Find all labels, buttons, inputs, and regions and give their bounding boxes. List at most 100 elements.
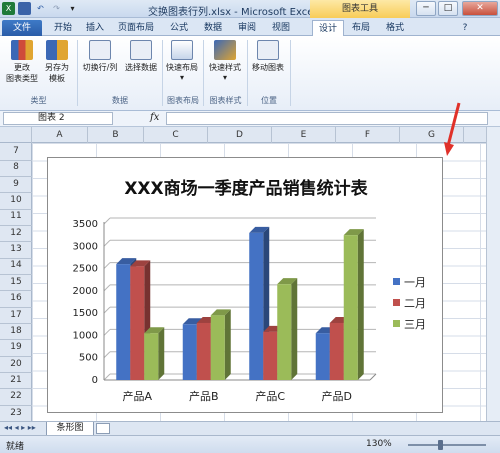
row-header[interactable]: 13 xyxy=(0,241,32,259)
zoom-slider[interactable] xyxy=(408,444,486,446)
help-icon[interactable]: ? xyxy=(458,20,472,36)
y-tick-label: 3000 xyxy=(73,241,98,252)
save-as-template-label-1: 另存为 xyxy=(45,63,69,72)
bar-side xyxy=(224,309,231,380)
save-as-template-label-2: 模板 xyxy=(49,74,65,83)
save-as-template-button[interactable]: 另存为 模板 xyxy=(42,40,72,84)
column-header[interactable]: A xyxy=(32,127,88,143)
x-axis-depth xyxy=(369,373,377,381)
tab-view[interactable]: 视图 xyxy=(266,20,296,36)
excel-logo-icon: X xyxy=(2,2,15,15)
column-header[interactable]: C xyxy=(144,127,208,143)
y-tick-label: 1500 xyxy=(73,308,98,319)
status-text: 就绪 xyxy=(6,442,25,452)
bar-side xyxy=(158,327,165,380)
bar-二月-产品B xyxy=(196,322,211,380)
redo-icon[interactable]: ↷ xyxy=(50,2,63,15)
sheet-tabs-bar: ◂◂ ◂ ▸ ▸▸ 条形图 xyxy=(0,421,500,436)
bar-二月-产品D xyxy=(329,322,344,380)
zoom-level[interactable]: 130% xyxy=(366,439,392,449)
row-header[interactable]: 12 xyxy=(0,225,32,243)
legend-swatch xyxy=(393,299,400,306)
tab-home[interactable]: 开始 xyxy=(48,20,78,36)
tab-review[interactable]: 审阅 xyxy=(232,20,262,36)
y-tick-label: 2000 xyxy=(73,286,98,297)
column-header[interactable]: B xyxy=(88,127,144,143)
column-header[interactable]: E xyxy=(272,127,336,143)
row-header[interactable]: 20 xyxy=(0,356,32,374)
group-label-type: 类型 xyxy=(30,96,47,105)
row-header[interactable]: 17 xyxy=(0,307,32,324)
maximize-button[interactable]: □ xyxy=(438,1,458,16)
gridline-depth xyxy=(103,351,111,359)
save-icon[interactable] xyxy=(18,2,31,15)
vertical-scrollbar[interactable] xyxy=(486,127,500,421)
bar-一月-产品A xyxy=(116,264,131,380)
quick-style-label: 快速样式 xyxy=(209,63,241,72)
sheet-nav-icon[interactable]: ◂◂ ◂ ▸ ▸▸ xyxy=(4,423,36,432)
row-header[interactable]: 18 xyxy=(0,323,32,341)
tab-page-layout[interactable]: 页面布局 xyxy=(112,20,160,36)
legend-label: 三月 xyxy=(404,318,426,331)
row-header[interactable]: 21 xyxy=(0,372,32,390)
move-chart-button[interactable]: 移动图表 xyxy=(250,40,286,73)
close-button[interactable]: ✕ xyxy=(462,1,498,16)
formula-input[interactable] xyxy=(166,112,488,125)
y-tick-label: 0 xyxy=(92,375,98,386)
switch-row-column-label: 切换行/列 xyxy=(82,63,118,72)
row-header[interactable]: 14 xyxy=(0,257,32,275)
row-header[interactable]: 22 xyxy=(0,388,32,406)
select-data-button[interactable]: 选择数据 xyxy=(122,40,160,73)
quick-layout-button[interactable]: 快速布局 ▾ xyxy=(164,40,200,82)
formula-bar: 图表 2 fx xyxy=(0,111,500,127)
column-header[interactable]: D xyxy=(208,127,272,143)
quick-style-dropdown-icon: ▾ xyxy=(222,73,227,82)
tab-layout[interactable]: 布局 xyxy=(346,20,376,36)
y-tick-label: 2500 xyxy=(73,264,98,275)
tab-design[interactable]: 设计 xyxy=(312,20,344,36)
gridline-depth xyxy=(103,329,111,336)
row-header[interactable]: 23 xyxy=(0,405,32,423)
row-header[interactable]: 8 xyxy=(0,159,32,177)
row-header[interactable]: 19 xyxy=(0,339,32,357)
quick-access-toolbar: X ↶ ↷ ▾ xyxy=(2,2,79,15)
insert-function-icon[interactable]: fx xyxy=(150,112,159,123)
customize-qat-icon[interactable]: ▾ xyxy=(66,2,79,15)
new-sheet-icon[interactable] xyxy=(96,423,110,434)
row-header[interactable]: 11 xyxy=(0,208,32,226)
switch-row-column-button[interactable]: 切换行/列 xyxy=(80,40,120,73)
row-header[interactable]: 9 xyxy=(0,176,32,194)
bar-三月-产品A xyxy=(144,333,159,380)
y-tick-label: 1000 xyxy=(73,330,98,341)
row-header[interactable]: 10 xyxy=(0,192,32,210)
tab-insert[interactable]: 插入 xyxy=(80,20,110,36)
select-all-corner[interactable] xyxy=(0,127,32,143)
legend-label: 二月 xyxy=(404,297,426,310)
chart-plot: 0 500 1000 1500 2000 2500 3000 3500 产品A 产品B 产品C 产品D… xyxy=(73,217,426,403)
tab-file[interactable]: 文件 xyxy=(2,20,42,36)
row-header[interactable]: 15 xyxy=(0,274,32,292)
quick-layout-dropdown-icon: ▾ xyxy=(179,73,184,82)
tab-formulas[interactable]: 公式 xyxy=(164,20,194,36)
status-bar: 就绪 130% xyxy=(0,435,500,453)
chart-tools-context-label: 图表工具 xyxy=(310,0,410,18)
sheet-tab[interactable]: 条形图 xyxy=(46,422,94,436)
tab-data[interactable]: 数据 xyxy=(198,20,228,36)
bar-side xyxy=(357,229,364,380)
row-header[interactable]: 7 xyxy=(0,143,32,161)
minimize-button[interactable]: ─ xyxy=(416,1,436,16)
name-box[interactable]: 图表 2 xyxy=(3,112,113,125)
row-headers: 7 8 9 10 11 12 13 14 15 16 17 18 19 20 21 22 23 xyxy=(0,143,32,423)
change-chart-type-button[interactable]: 更改 图表类型 xyxy=(6,40,38,84)
bar-三月-产品B xyxy=(210,315,225,380)
chart-object[interactable]: XXX商场一季度产品销售统计表 0 500 1000 1500 2000 2500 3000… xyxy=(47,157,443,413)
zoom-slider-thumb[interactable] xyxy=(438,440,443,450)
row-header[interactable]: 16 xyxy=(0,290,32,308)
quick-style-icon xyxy=(214,40,236,60)
column-header[interactable]: F xyxy=(336,127,400,143)
undo-icon[interactable]: ↶ xyxy=(34,2,47,15)
tab-format[interactable]: 格式 xyxy=(380,20,410,36)
template-icon xyxy=(46,40,68,60)
bar-一月-产品D xyxy=(315,333,330,380)
quick-style-button[interactable]: 快速样式 ▾ xyxy=(206,40,244,82)
